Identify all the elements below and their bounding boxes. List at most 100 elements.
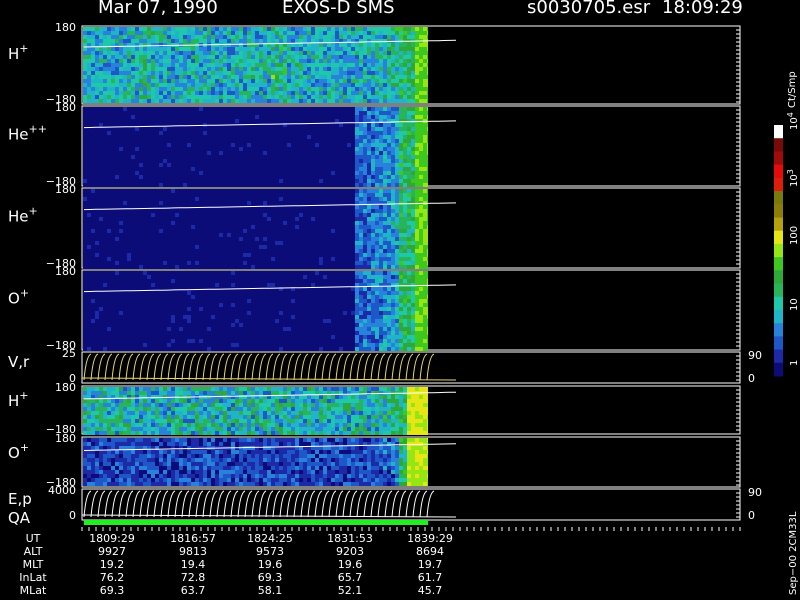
spectrogram-cell <box>103 51 107 55</box>
spectrogram-cell <box>227 139 231 143</box>
spectrogram-cell <box>199 249 203 253</box>
spectrogram-cell <box>419 143 423 147</box>
spectrogram-cell <box>211 131 215 135</box>
spectrogram-cell <box>331 127 335 131</box>
spectrogram-cell <box>311 59 315 63</box>
spectrogram-cell <box>187 35 191 39</box>
spectrogram-cell <box>163 257 167 261</box>
spectrogram-cell <box>267 31 271 35</box>
spectrogram-cell <box>367 175 371 179</box>
spectrogram-cell <box>227 107 231 111</box>
spectrogram-cell <box>371 193 375 197</box>
spectrogram-cell <box>419 31 423 35</box>
spectrogram-cell <box>255 171 259 175</box>
spectrogram-cell <box>391 83 395 87</box>
spectrogram-cell <box>235 241 239 245</box>
spectrogram-cell <box>171 197 175 201</box>
spectrogram-cell <box>327 135 331 139</box>
spectrogram-cell <box>291 253 295 257</box>
spectrogram-cell <box>327 99 331 103</box>
spectrogram-cell <box>267 237 271 241</box>
spectrogram-cell <box>359 237 363 241</box>
spectrogram-cell <box>323 87 327 91</box>
spectrogram-cell <box>183 245 187 249</box>
spectrogram-cell <box>371 241 375 245</box>
spectrogram-cell <box>291 209 295 213</box>
spectrogram-cell <box>279 51 283 55</box>
spectrogram-cell <box>283 47 287 51</box>
spectrogram-cell <box>343 209 347 213</box>
spectrogram-cell <box>383 229 387 233</box>
spectrogram-cell <box>407 47 411 51</box>
spectrogram-cell <box>275 237 279 241</box>
spectrogram-cell <box>119 115 123 119</box>
spectrogram-cell <box>279 87 283 91</box>
spectrogram-cell <box>299 237 303 241</box>
spectrogram-cell <box>331 91 335 95</box>
spectrogram-cell <box>411 175 415 179</box>
spectrogram-cell <box>315 107 319 111</box>
spectrogram-cell <box>151 155 155 159</box>
spectrogram-cell <box>291 189 295 193</box>
spectrogram-cell <box>239 245 243 249</box>
spectrogram-cell <box>375 27 379 31</box>
spectrogram-cell <box>295 257 299 261</box>
spectrogram-cell <box>355 83 359 87</box>
spectrogram-cell <box>311 55 315 59</box>
spectrogram-cell <box>367 217 371 221</box>
spectrogram-cell <box>255 27 259 31</box>
spectrogram-cell <box>151 229 155 233</box>
spectrogram-cell <box>347 229 351 233</box>
spectrogram-cell <box>107 107 111 111</box>
spectrogram-cell <box>143 111 147 115</box>
spectrogram-cell <box>315 127 319 131</box>
spectrogram-cell <box>415 71 419 75</box>
spectrogram-cell <box>219 229 223 233</box>
spectrogram-cell <box>319 261 323 265</box>
spectrogram-cell <box>127 193 131 197</box>
spectrogram-cell <box>311 135 315 139</box>
spectrogram-cell <box>395 43 399 47</box>
spectrogram-cell <box>327 79 331 83</box>
spectrogram-cell <box>247 183 251 187</box>
spectrogram-cell <box>403 99 407 103</box>
spectrogram-cell <box>411 87 415 91</box>
spectrogram-cell <box>155 71 159 75</box>
spectrogram-cell <box>175 75 179 79</box>
spectrogram-cell <box>275 155 279 159</box>
spectrogram-cell <box>387 229 391 233</box>
spectrogram-cell <box>111 147 115 151</box>
spectrogram-cell <box>215 261 219 265</box>
spectrogram-cell <box>167 67 171 71</box>
spectrogram-cell <box>267 83 271 87</box>
spectrogram-cell <box>359 213 363 217</box>
spectrogram-cell <box>147 43 151 47</box>
spectrogram-cell <box>239 147 243 151</box>
spectrogram-cell <box>283 31 287 35</box>
spectrogram-cell <box>315 183 319 187</box>
spectrogram-cell <box>275 159 279 163</box>
spectrogram-cell <box>239 159 243 163</box>
spectrogram-cell <box>119 63 123 67</box>
spectrogram-cell <box>163 147 167 151</box>
spectrogram-cell <box>123 229 127 233</box>
spectrogram-cell <box>243 71 247 75</box>
spectrogram-cell <box>391 59 395 63</box>
spectrogram-cell <box>127 39 131 43</box>
spectrogram-cell <box>203 83 207 87</box>
spectrogram-cell <box>111 71 115 75</box>
spectrogram-cell <box>319 107 323 111</box>
spectrogram-cell <box>107 87 111 91</box>
spectrogram-cell <box>371 123 375 127</box>
spectrogram-cell <box>299 51 303 55</box>
spectrogram-cell <box>399 91 403 95</box>
spectrogram-cell <box>231 241 235 245</box>
spectrogram-cell <box>299 183 303 187</box>
spectrogram-cell <box>411 43 415 47</box>
spectrogram-cell <box>335 143 339 147</box>
spectrogram-cell <box>111 111 115 115</box>
spectrogram-cell <box>95 59 99 63</box>
spectrogram-cell <box>187 59 191 63</box>
spectrogram-cell <box>379 143 383 147</box>
spectrogram-cell <box>87 159 91 163</box>
